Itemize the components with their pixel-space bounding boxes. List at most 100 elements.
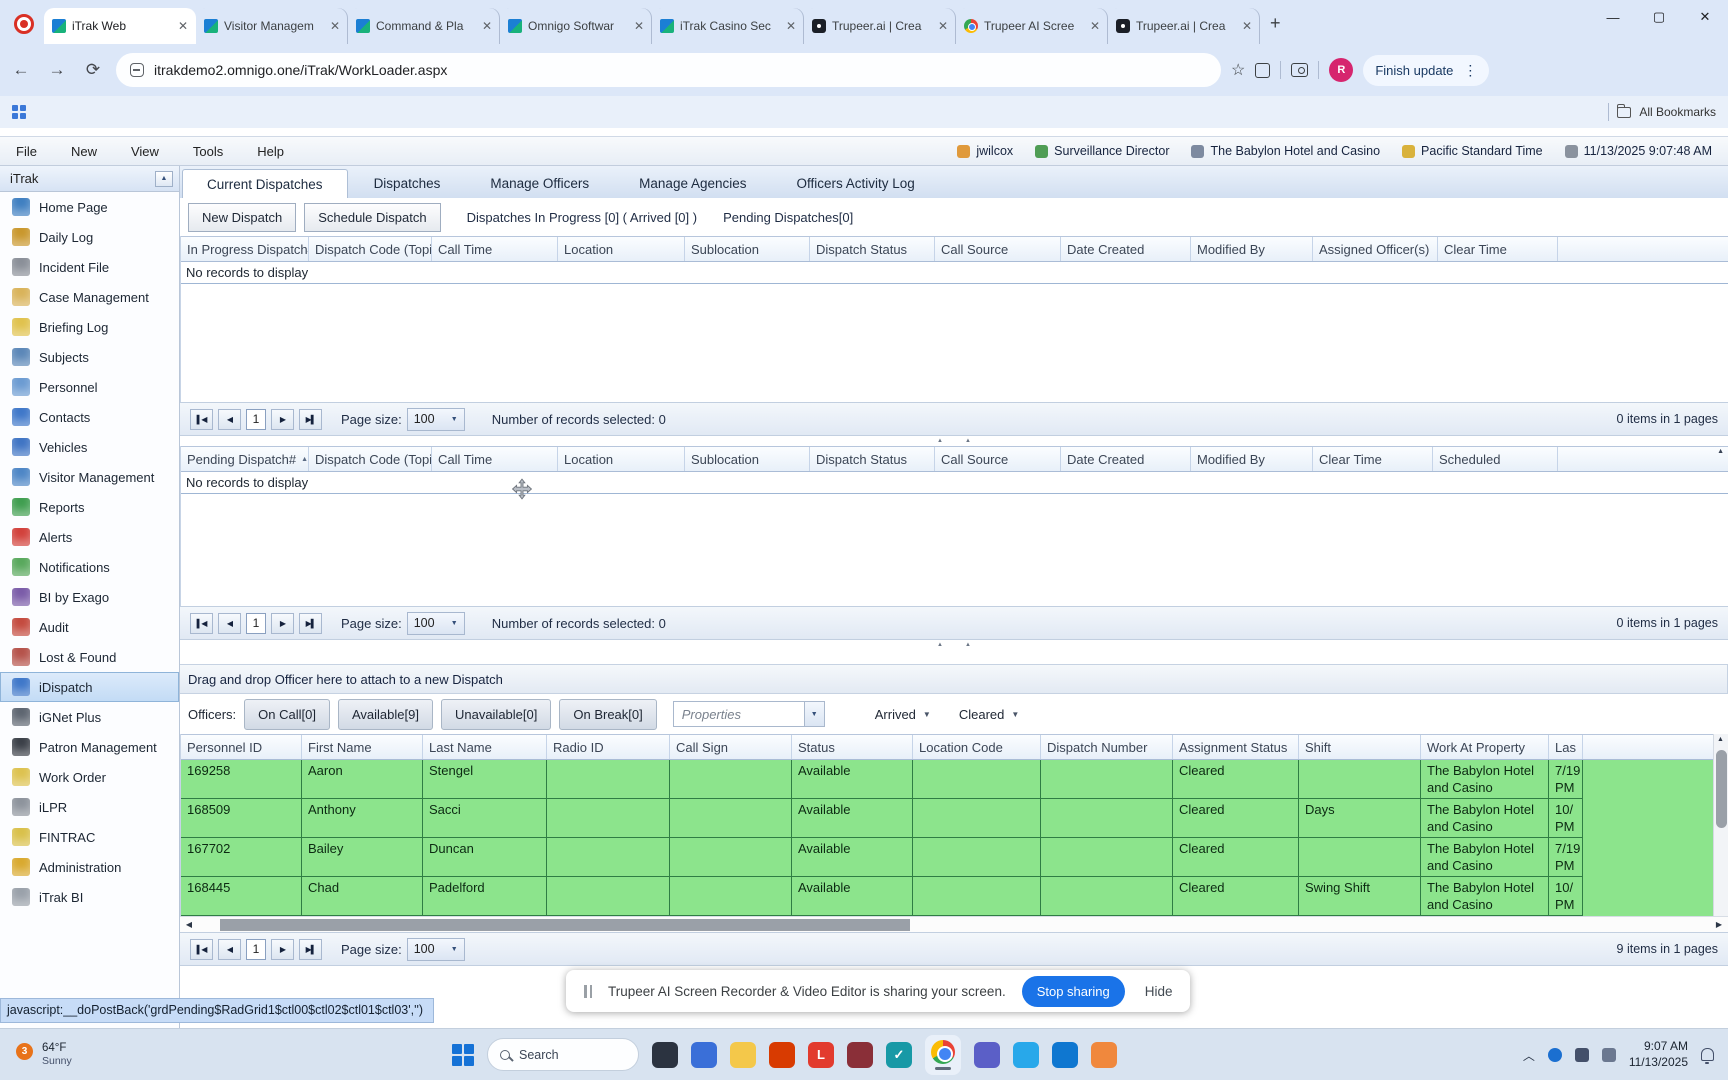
sidebar-item-home-page[interactable]: Home Page (0, 192, 179, 222)
properties-combobox[interactable]: Properties ▼ (673, 701, 825, 727)
sidebar-item-patron-management[interactable]: Patron Management (0, 732, 179, 762)
first-page-button[interactable]: ▌◀ (190, 613, 213, 634)
prev-page-button[interactable]: ◀ (218, 409, 241, 430)
taskbar-app-app-blue[interactable] (691, 1042, 717, 1068)
menu-help[interactable]: Help (257, 144, 284, 159)
sidebar-item-case-management[interactable]: Case Management (0, 282, 179, 312)
column-header-last-name[interactable]: Last Name (423, 735, 547, 759)
page-size-select[interactable]: 100▼ (407, 938, 465, 961)
tab-manage-officers[interactable]: Manage Officers (466, 169, 613, 198)
window-close-button[interactable]: ✕ (1682, 0, 1728, 34)
last-page-button[interactable]: ▶▌ (299, 939, 322, 960)
prev-page-button[interactable]: ◀ (218, 613, 241, 634)
profile-avatar[interactable]: R (1329, 58, 1353, 82)
prev-page-button[interactable]: ◀ (218, 939, 241, 960)
column-header-radio-id[interactable]: Radio ID (547, 735, 670, 759)
officer-filter-unavailable-0[interactable]: Unavailable[0] (441, 699, 551, 730)
last-page-button[interactable]: ▶▌ (299, 613, 322, 634)
column-header-assigned-officer-s[interactable]: Assigned Officer(s) (1313, 237, 1438, 261)
sidebar-item-lost-found[interactable]: Lost & Found (0, 642, 179, 672)
taskbar-app-chrome[interactable] (925, 1035, 961, 1075)
column-header-modified-by[interactable]: Modified By (1191, 237, 1313, 261)
sidebar-item-notifications[interactable]: Notifications (0, 552, 179, 582)
column-header-location[interactable]: Location (558, 447, 685, 471)
taskbar-clock[interactable]: 9:07 AM 11/13/2025 (1629, 1039, 1688, 1070)
sidebar-item-personnel[interactable]: Personnel (0, 372, 179, 402)
finish-update-button[interactable]: Finish update ⋮ (1363, 55, 1489, 86)
first-page-button[interactable]: ▌◀ (190, 939, 213, 960)
sidebar-item-itrak-bi[interactable]: iTrak BI (0, 882, 179, 912)
tray-volume-icon[interactable] (1575, 1048, 1589, 1062)
taskbar-app-app-blue2[interactable] (1052, 1042, 1078, 1068)
menu-new[interactable]: New (71, 144, 97, 159)
menu-file[interactable]: File (16, 144, 37, 159)
bookmark-star-icon[interactable]: ☆ (1231, 60, 1245, 80)
tab-close-icon[interactable]: ✕ (482, 19, 492, 33)
splitter-grip[interactable]: ▲▲ (180, 436, 1728, 446)
last-page-button[interactable]: ▶▌ (299, 409, 322, 430)
sidebar-item-contacts[interactable]: Contacts (0, 402, 179, 432)
window-minimize-button[interactable]: — (1590, 0, 1636, 34)
taskbar-app-app-maroon[interactable] (847, 1042, 873, 1068)
browser-tab-command-pla[interactable]: Command & Pla✕ (348, 8, 500, 44)
taskbar-app-app-orange[interactable] (1091, 1042, 1117, 1068)
hide-sharing-button[interactable]: Hide (1145, 984, 1173, 999)
browser-tab-trupeer-ai-scree[interactable]: Trupeer AI Scree✕ (956, 8, 1108, 44)
column-header-call-time[interactable]: Call Time (432, 447, 558, 471)
browser-tab-visitor-managem[interactable]: Visitor Managem✕ (196, 8, 348, 44)
officer-row[interactable]: 169258AaronStengelAvailableClearedThe Ba… (181, 760, 1728, 799)
tab-manage-agencies[interactable]: Manage Agencies (615, 169, 770, 198)
next-page-button[interactable]: ▶ (271, 939, 294, 960)
browser-menu-icon[interactable]: ⋮ (1463, 62, 1477, 79)
scroll-up-icon[interactable]: ▲ (1717, 736, 1724, 743)
sidebar-item-subjects[interactable]: Subjects (0, 342, 179, 372)
tray-network-icon[interactable] (1548, 1048, 1562, 1062)
vertical-scrollbar[interactable]: ▲ (1713, 734, 1728, 916)
start-button[interactable] (452, 1044, 474, 1066)
sidebar-item-idispatch[interactable]: iDispatch (0, 672, 179, 702)
column-header-date-created[interactable]: Date Created (1061, 237, 1191, 261)
column-header-work-at-property[interactable]: Work At Property (1421, 735, 1549, 759)
first-page-button[interactable]: ▌◀ (190, 409, 213, 430)
sidebar-item-incident-file[interactable]: Incident File (0, 252, 179, 282)
tray-language-icon[interactable] (1602, 1048, 1616, 1062)
column-header-assignment-status[interactable]: Assignment Status (1173, 735, 1299, 759)
column-header-call-time[interactable]: Call Time (432, 237, 558, 261)
sidebar-collapse-button[interactable]: ▲ (155, 171, 173, 187)
sidebar-item-audit[interactable]: Audit (0, 612, 179, 642)
next-page-button[interactable]: ▶ (271, 409, 294, 430)
splitter-grip[interactable]: ▲▲ (180, 640, 1728, 650)
officer-filter-available-9[interactable]: Available[9] (338, 699, 433, 730)
column-header-location-code[interactable]: Location Code (913, 735, 1041, 759)
browser-tab-omnigo-softwar[interactable]: Omnigo Softwar✕ (500, 8, 652, 44)
menu-tools[interactable]: Tools (193, 144, 223, 159)
sidebar-item-vehicles[interactable]: Vehicles (0, 432, 179, 462)
chevron-down-icon[interactable]: ▼ (804, 702, 824, 726)
sidebar-item-fintrac[interactable]: FINTRAC (0, 822, 179, 852)
page-size-select[interactable]: 100▼ (407, 612, 465, 635)
column-header-dispatch-code-topic[interactable]: Dispatch Code (Topic) (309, 237, 432, 261)
tab-close-icon[interactable]: ✕ (178, 19, 188, 33)
column-header-dispatch-code-topic[interactable]: Dispatch Code (Topic) (309, 447, 432, 471)
current-page-box[interactable]: 1 (246, 939, 266, 960)
current-page-box[interactable]: 1 (246, 613, 266, 634)
column-header-dispatch-status[interactable]: Dispatch Status (810, 237, 935, 261)
column-header-location[interactable]: Location (558, 237, 685, 261)
reload-icon[interactable]: ⟳ (80, 60, 106, 80)
stop-sharing-button[interactable]: Stop sharing (1022, 976, 1125, 1007)
tab-close-icon[interactable]: ✕ (1242, 19, 1252, 33)
scrollbar-thumb[interactable] (1716, 750, 1727, 828)
sidebar-item-briefing-log[interactable]: Briefing Log (0, 312, 179, 342)
column-header-dispatch-status[interactable]: Dispatch Status (810, 447, 935, 471)
tab-close-icon[interactable]: ✕ (938, 19, 948, 33)
scrollbar-thumb[interactable] (220, 919, 910, 931)
browser-tab-itrak-casino-sec[interactable]: iTrak Casino Sec✕ (652, 8, 804, 44)
taskbar-app-app-teal-check[interactable]: ✓ (886, 1042, 912, 1068)
window-maximize-button[interactable]: ▢ (1636, 0, 1682, 34)
column-header-call-source[interactable]: Call Source (935, 447, 1061, 471)
column-header-first-name[interactable]: First Name (302, 735, 423, 759)
column-header-in-progress-dispatch[interactable]: In Progress Dispatch# (181, 237, 309, 261)
column-header-sublocation[interactable]: Sublocation (685, 447, 810, 471)
column-header-clear-time[interactable]: Clear Time (1438, 237, 1558, 261)
site-info-icon[interactable] (130, 63, 144, 77)
